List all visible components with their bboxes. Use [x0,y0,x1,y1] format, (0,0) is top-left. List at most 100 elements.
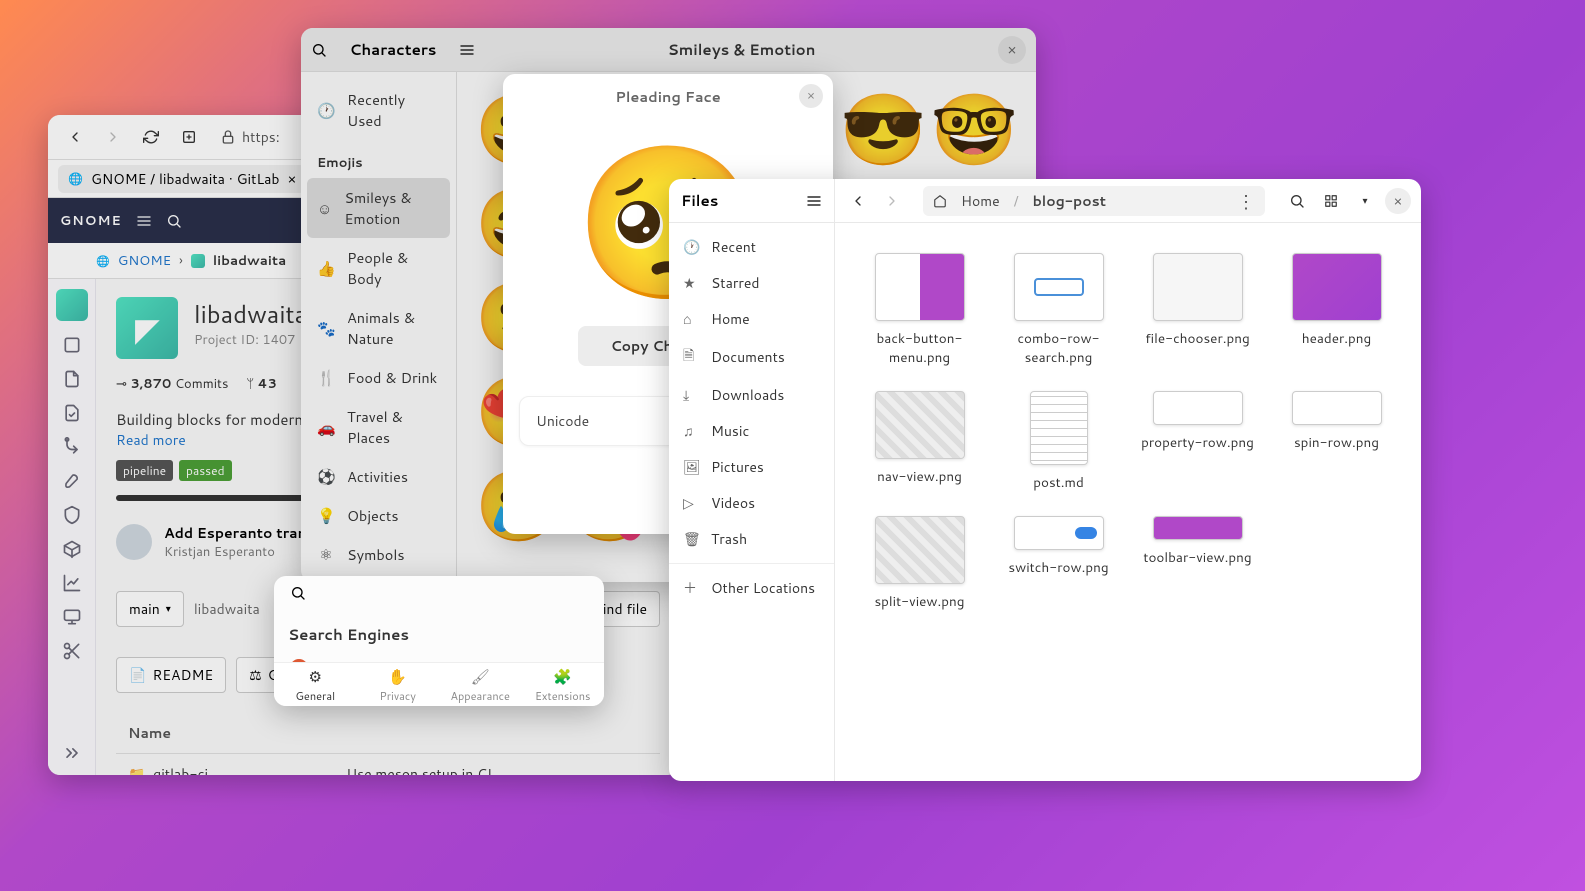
sidebar-starred[interactable]: ★Starred [669,265,834,301]
browser-tab[interactable]: 🌐 GNOME / libadwaita · GitLab × [58,165,306,193]
rocket-icon[interactable] [62,471,82,491]
readme-button[interactable]: 📄 README [116,657,226,693]
files-header: Files Home / blog-post ⋮ ▾ × [669,179,1421,223]
sidebar-people[interactable]: 👍People & Body [301,238,456,298]
sidebar-animals[interactable]: 🐾Animals & Nature [301,298,456,358]
file-item[interactable]: property-row.png [1133,391,1262,492]
settings-tabbar: ⚙General ✋Privacy 🖌Appearance 🧩Extension… [274,662,604,706]
tab-extensions[interactable]: 🧩Extensions [522,663,605,706]
settings-section-header: Search Engines [274,610,604,651]
file-item[interactable]: nav-view.png [855,391,984,492]
tab-label: GNOME / libadwaita · GitLab [91,169,280,189]
file-icon[interactable] [62,369,82,389]
sidebar-smileys[interactable]: ☺Smileys & Emotion [307,178,450,238]
new-tab-button[interactable] [172,120,206,154]
search-icon[interactable] [311,42,327,58]
sidebar-recent[interactable]: 🕐Recent [669,229,834,265]
forward-button[interactable] [96,120,130,154]
edit-file-icon[interactable] [62,403,82,423]
tab-general[interactable]: ⚙General [274,663,357,706]
breadcrumb-root[interactable]: GNOME [118,251,171,270]
sidebar-objects[interactable]: 💡Objects [301,496,456,535]
hamburger-icon[interactable] [459,42,475,58]
sidebar-activities[interactable]: ⚽Activities [301,457,456,496]
file-item[interactable]: switch-row.png [994,516,1123,611]
tab-appearance[interactable]: 🖌Appearance [439,663,522,706]
gitlab-sidebar [48,279,96,775]
files-sidebar: 🕐Recent ★Starred ⌂Home 🗎Documents ⤓Downl… [669,223,835,781]
file-item[interactable]: header.png [1272,253,1401,367]
tab-close-icon[interactable]: × [288,169,297,189]
emoji-cell[interactable]: 😎 [840,82,927,172]
path-segment-home[interactable]: Home [955,189,1006,213]
file-item[interactable]: spin-row.png [1272,391,1401,492]
close-button[interactable]: × [799,84,823,108]
sidebar-home[interactable]: ⌂Home [669,301,834,337]
scissors-icon[interactable] [62,641,82,661]
files-grid: back-button-menu.png combo-row-search.pn… [835,223,1421,781]
files-title: Files [681,190,718,211]
breadcrumb-leaf[interactable]: libadwaita [213,251,286,270]
project-id: Project ID: 1407 [194,331,307,349]
collapse-icon[interactable] [62,743,82,763]
url-text: https: [242,127,280,147]
sidebar-header-emojis: Emojis [301,140,456,178]
chart-icon[interactable] [62,573,82,593]
sidebar-other-locations[interactable]: ＋Other Locations [669,563,834,606]
commit-avatar [116,524,152,560]
pipeline-badge: pipeline [116,460,173,481]
lock-icon [220,129,236,145]
view-dropdown[interactable]: ▾ [1351,187,1379,215]
back-button[interactable] [58,120,92,154]
reload-button[interactable] [134,120,168,154]
file-table: Name 📁 .gitlab-ciUse meson setup in CI 📁… [116,713,660,775]
file-item[interactable]: combo-row-search.png [994,253,1123,367]
sidebar-food[interactable]: 🍴Food & Drink [301,358,456,397]
file-item[interactable]: back-button-menu.png [855,253,984,367]
monitor-icon[interactable] [62,607,82,627]
emoji-cell[interactable]: 🤓 [931,82,1018,172]
sidebar-trash[interactable]: 🗑Trash [669,521,834,557]
file-item[interactable]: post.md [994,391,1123,492]
merge-icon[interactable] [62,437,82,457]
file-item[interactable]: split-view.png [855,516,984,611]
project-avatar-small[interactable] [56,289,88,321]
path-segment-leaf[interactable]: blog-post [1027,189,1113,213]
sidebar-videos[interactable]: ▷Videos [669,485,834,521]
file-item[interactable]: file-chooser.png [1133,253,1262,367]
sidebar-travel[interactable]: 🚗Travel & Places [301,397,456,457]
search-button[interactable] [1283,187,1311,215]
characters-title: Smileys & Emotion [485,39,998,60]
sidebar-recent[interactable]: 🕐Recently Used [301,80,456,140]
tab-privacy[interactable]: ✋Privacy [357,663,440,706]
hamburger-icon[interactable] [136,213,152,229]
sidebar-symbols[interactable]: ⚛Symbols [301,535,456,574]
files-window: Files Home / blog-post ⋮ ▾ × 🕐Recent ★St… [669,179,1421,781]
shield-icon[interactable] [62,505,82,525]
forward-button[interactable] [877,186,907,216]
close-button[interactable]: × [1385,188,1411,214]
table-row[interactable]: 📁 .gitlab-ciUse meson setup in CI [116,754,660,776]
sidebar-pictures[interactable]: 🖼Pictures [669,449,834,485]
history-chip[interactable]: libadwaita [194,599,260,619]
project-avatar: ◤ [116,297,178,359]
path-menu-icon[interactable]: ⋮ [1237,188,1255,214]
package-icon[interactable] [62,539,82,559]
sidebar-documents[interactable]: 🗎Documents [669,337,834,377]
back-button[interactable] [843,186,873,216]
overview-icon[interactable] [62,335,82,355]
branch-dropdown[interactable]: main ▾ [116,591,184,627]
hamburger-icon[interactable] [806,193,822,209]
close-button[interactable]: × [998,36,1026,64]
gnome-logo: GNOME [60,212,122,230]
sidebar-downloads[interactable]: ⤓Downloads [669,377,834,413]
view-icon-button[interactable] [1317,187,1345,215]
home-icon [933,194,947,208]
file-item[interactable]: toolbar-view.png [1133,516,1262,611]
settings-popup: Search Engines DuckDuckGo ⚙General ✋Priv… [274,576,604,706]
sidebar-music[interactable]: ♫Music [669,413,834,449]
search-icon[interactable] [166,213,182,229]
dialog-title: Pleading Face [615,86,721,107]
path-bar[interactable]: Home / blog-post ⋮ [923,186,1265,216]
search-icon[interactable] [290,585,306,601]
